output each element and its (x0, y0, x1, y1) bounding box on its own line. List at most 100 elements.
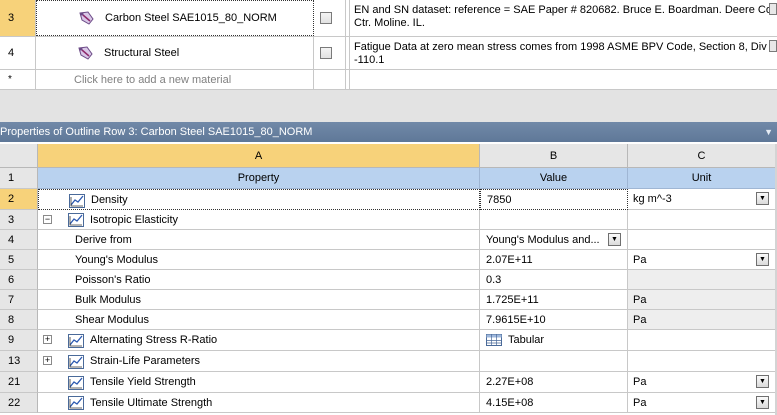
row-number[interactable]: 9 (0, 330, 38, 351)
unit-cell[interactable]: Pa ▼ (628, 393, 776, 413)
material-name: Structural Steel (104, 47, 180, 59)
unit-dropdown-button[interactable]: ▼ (756, 395, 769, 409)
value-text: 7850 (487, 193, 512, 206)
material-row-number[interactable]: 4 (0, 37, 36, 69)
material-checkbox[interactable] (320, 47, 332, 59)
unit-cell[interactable]: Pa ▼ (628, 372, 776, 393)
add-material-row[interactable]: * Click here to add a new material (0, 70, 777, 90)
property-label: Isotropic Elasticity (90, 213, 179, 226)
row-number-text: 8 (8, 313, 15, 326)
property-label: Shear Modulus (75, 313, 149, 326)
property-cell[interactable]: Shear Modulus (38, 310, 480, 330)
add-material-placeholder[interactable]: Click here to add a new material (36, 70, 314, 89)
material-row-number: * (0, 70, 36, 89)
row-number[interactable]: 2 (0, 189, 38, 210)
chart-icon[interactable] (68, 396, 84, 410)
value-cell[interactable]: Tabular (480, 330, 628, 351)
chart-icon[interactable] (69, 193, 85, 208)
row-number[interactable]: 8 (0, 310, 38, 330)
row-number[interactable]: 1 (0, 168, 38, 189)
unit-cell[interactable] (628, 230, 776, 250)
value-cell[interactable] (480, 351, 628, 372)
unit-dropdown-button[interactable]: ▼ (756, 252, 769, 266)
description-line: Fatigue Data at zero mean stress comes f… (354, 41, 777, 53)
value-cell[interactable]: 4.15E+08 (480, 393, 628, 413)
material-row-number[interactable]: 3 (0, 0, 36, 36)
unit-cell[interactable] (628, 270, 776, 290)
value-text: 2.27E+08 (486, 376, 534, 388)
property-cell[interactable]: Density (38, 189, 480, 210)
unit-cell[interactable]: kg m^-3 ▼ (628, 189, 776, 210)
unit-cell[interactable] (628, 351, 776, 372)
expand-icon[interactable]: + (43, 335, 52, 344)
value-cell[interactable]: 1.725E+11 (480, 290, 628, 310)
material-name-cell[interactable]: Structural Steel (36, 37, 314, 69)
table-icon[interactable] (486, 334, 502, 346)
unit-cell[interactable]: Pa (628, 310, 776, 330)
column-header-c[interactable]: C (628, 144, 776, 168)
material-description: EN and SN dataset: reference = SAE Paper… (354, 4, 777, 30)
row-number[interactable]: 13 (0, 351, 38, 372)
unit-cell[interactable]: Pa ▼ (628, 250, 776, 270)
row-number[interactable]: 7 (0, 290, 38, 310)
scroll-arrow[interactable] (769, 3, 777, 15)
column-header-a[interactable]: A (38, 144, 480, 168)
scroll-arrow[interactable] (769, 40, 777, 52)
material-checkbox[interactable] (320, 12, 332, 24)
unit-dropdown-button[interactable]: ▼ (756, 375, 769, 388)
material-icon (77, 10, 97, 26)
unit-dropdown-button[interactable]: ▼ (756, 192, 769, 205)
row-number-text: 7 (8, 293, 15, 306)
property-cell[interactable]: + Strain-Life Parameters (38, 351, 480, 372)
unit-cell[interactable] (628, 210, 776, 230)
value-cell[interactable]: 0.3 (480, 270, 628, 290)
row-number[interactable]: 5 (0, 250, 38, 270)
row-number[interactable]: 4 (0, 230, 38, 250)
row-number-text: 5 (8, 253, 15, 266)
value-text: 4.15E+08 (486, 396, 534, 409)
property-cell[interactable]: Young's Modulus (38, 250, 480, 270)
property-cell[interactable]: − Isotropic Elasticity (38, 210, 480, 230)
expand-icon[interactable]: + (43, 356, 52, 365)
value-cell[interactable]: Young's Modulus and... ▼ (480, 230, 628, 250)
row-number-text: 6 (8, 273, 15, 286)
value-dropdown-button[interactable]: ▼ (608, 232, 621, 246)
value-cell[interactable]: 7850 (480, 189, 628, 210)
collapse-icon[interactable]: − (43, 214, 52, 224)
property-label: Strain-Life Parameters (90, 355, 201, 367)
row-number[interactable]: 22 (0, 393, 38, 413)
unit-cell[interactable]: Pa (628, 290, 776, 310)
chart-icon[interactable] (68, 354, 84, 369)
empty-area (0, 90, 777, 122)
property-cell[interactable]: Tensile Yield Strength (38, 372, 480, 393)
value-text: Tabular (508, 334, 545, 346)
property-label: Tensile Ultimate Strength (90, 396, 213, 409)
material-name-cell[interactable]: Carbon Steel SAE1015_80_NORM (36, 0, 314, 36)
row-number-text: 22 (8, 396, 21, 409)
value-cell[interactable] (480, 210, 628, 230)
description-line: EN and SN dataset: reference = SAE Paper… (354, 4, 777, 16)
chart-icon[interactable] (68, 213, 84, 227)
value-cell[interactable]: 2.27E+08 (480, 372, 628, 393)
property-label: Poisson's Ratio (75, 273, 151, 286)
row-number[interactable]: 6 (0, 270, 38, 290)
value-text: 0.3 (486, 273, 502, 286)
chevron-down-icon[interactable]: ▼ (764, 122, 773, 142)
row-number-text: 13 (8, 355, 21, 367)
chart-icon[interactable] (68, 375, 84, 390)
property-cell[interactable]: Bulk Modulus (38, 290, 480, 310)
row-number[interactable]: 21 (0, 372, 38, 393)
property-cell[interactable]: + Alternating Stress R-Ratio (38, 330, 480, 351)
column-header-b[interactable]: B (480, 144, 628, 168)
corner-cell[interactable] (0, 144, 38, 168)
value-cell[interactable]: 2.07E+11 (480, 250, 628, 270)
unit-cell[interactable] (628, 330, 776, 351)
chart-icon[interactable] (68, 333, 84, 348)
row-number[interactable]: 3 (0, 210, 38, 230)
property-cell[interactable]: Derive from (38, 230, 480, 250)
value-cell[interactable]: 7.9615E+10 (480, 310, 628, 330)
material-row[interactable]: 3 Carbon Steel SAE1015_80_NORM EN and SN… (0, 0, 777, 37)
property-cell[interactable]: Poisson's Ratio (38, 270, 480, 290)
property-cell[interactable]: Tensile Ultimate Strength (38, 393, 480, 413)
material-row[interactable]: 4 Structural Steel Fatigue Data at zero … (0, 37, 777, 70)
